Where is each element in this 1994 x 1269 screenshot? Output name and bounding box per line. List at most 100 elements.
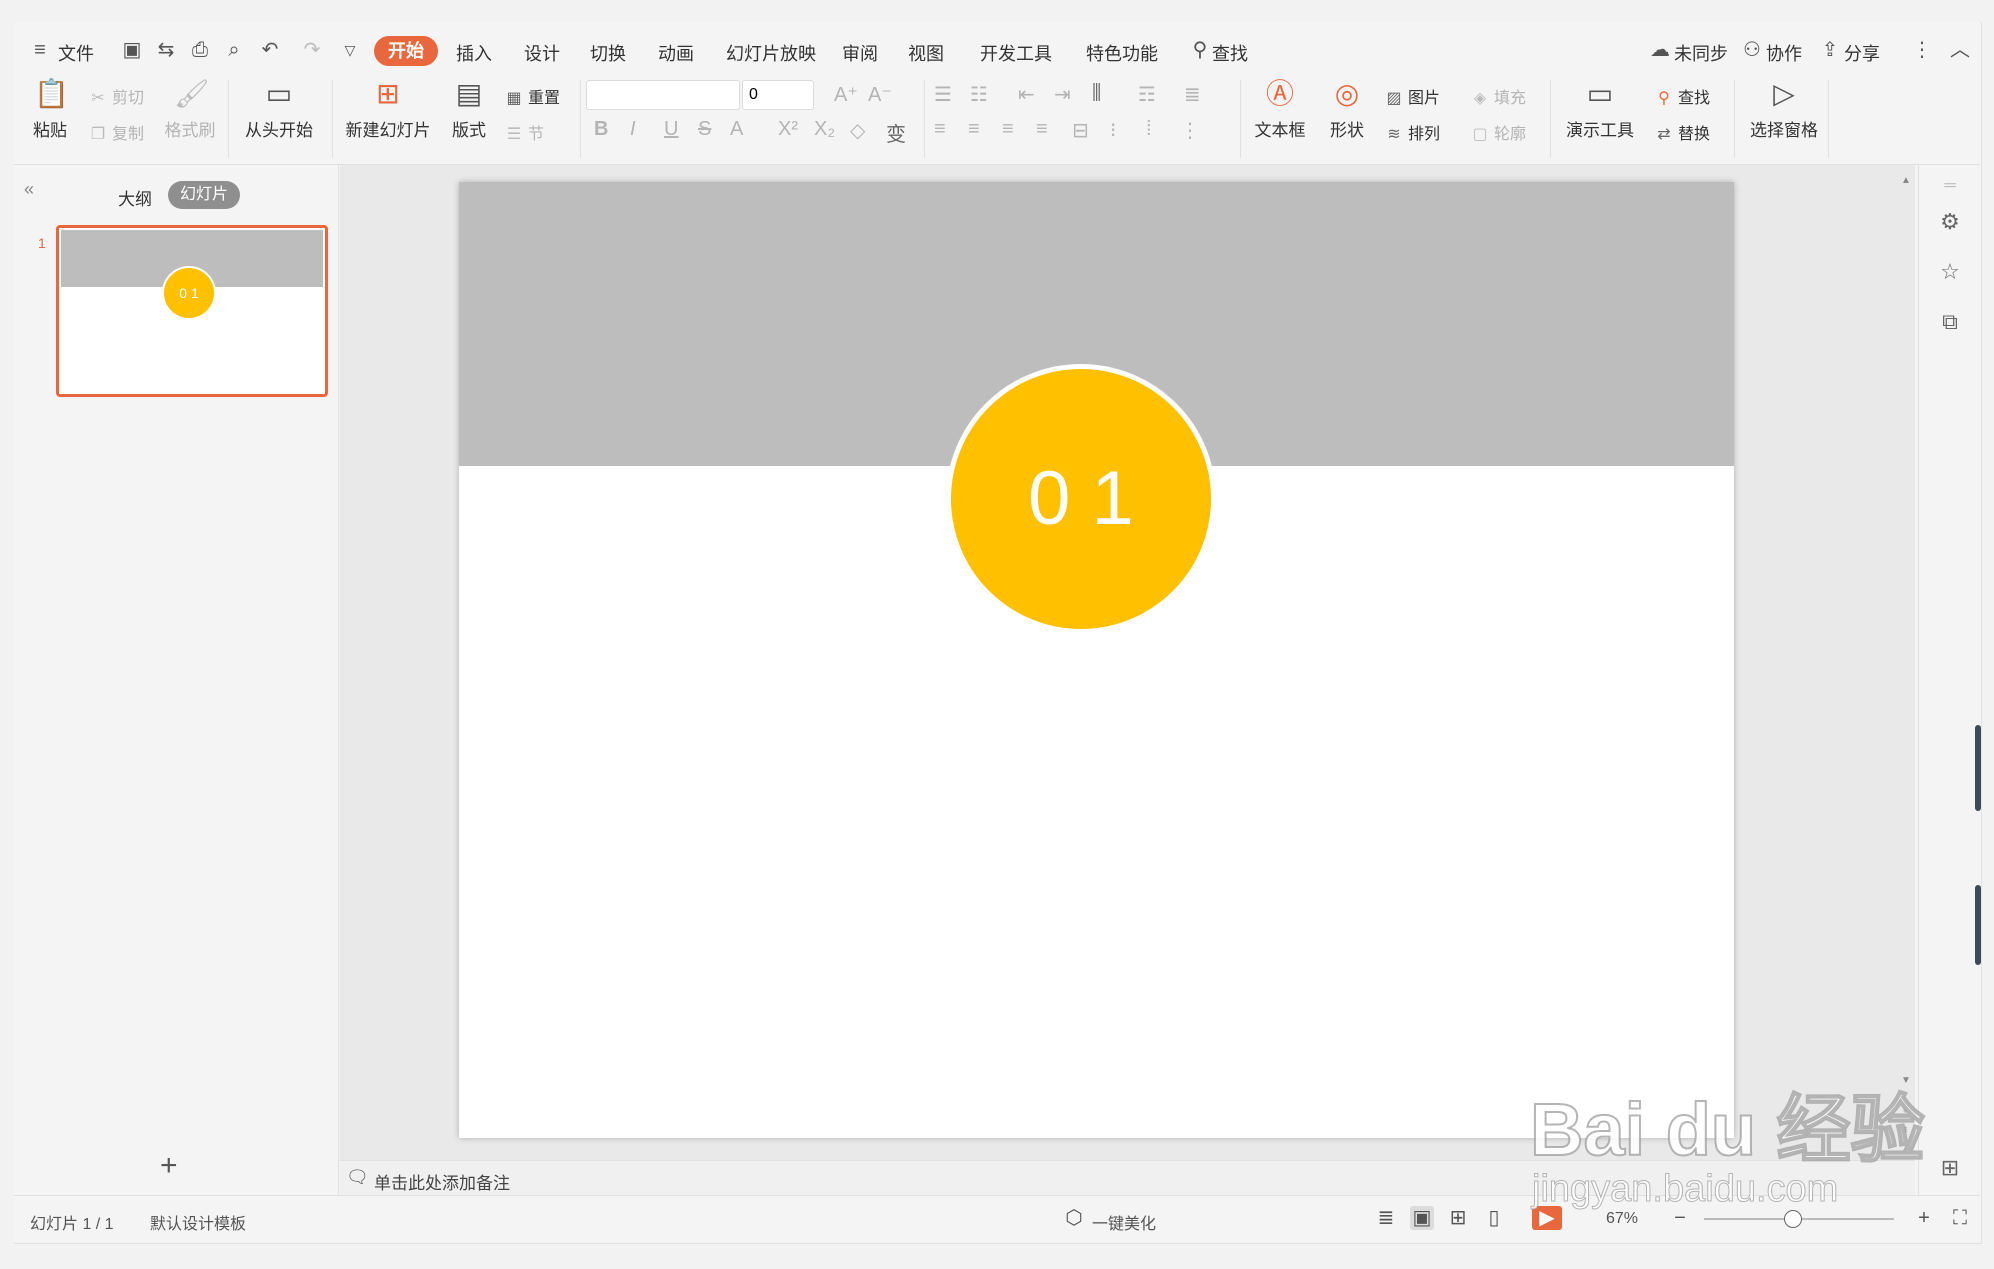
fit-window-icon[interactable]: ⛶ <box>1948 1206 1972 1230</box>
side-handle[interactable] <box>1975 725 1981 811</box>
paste-button[interactable]: 📋 粘贴 <box>28 78 72 141</box>
collapse-ribbon-icon[interactable]: ︿ <box>1948 38 1972 62</box>
tab-design[interactable]: 设计 <box>524 40 560 66</box>
new-slide-button[interactable]: ⊞ 新建幻灯片 <box>338 78 438 141</box>
hamburger-menu-icon[interactable]: ≡ <box>28 38 52 62</box>
shape-button[interactable]: ◎ 形状 <box>1320 78 1374 141</box>
font-color-icon[interactable]: A <box>730 118 743 141</box>
zoom-level[interactable]: 67% <box>1606 1210 1638 1228</box>
beautify-button[interactable]: 一键美化 <box>1092 1210 1156 1234</box>
tab-developer[interactable]: 开发工具 <box>980 40 1052 66</box>
menu-search[interactable]: 查找 <box>1212 40 1248 66</box>
clear-format-icon[interactable]: ◇ <box>850 118 865 143</box>
phonetic-icon[interactable]: 变 <box>886 118 906 147</box>
tab-slideshow[interactable]: 幻灯片放映 <box>726 40 816 66</box>
print-icon[interactable]: ⎙ <box>188 38 212 62</box>
reading-view-icon[interactable]: ▯ <box>1482 1206 1506 1230</box>
collaborate-icon[interactable]: ⚇ <box>1740 38 1764 62</box>
zoom-out-icon[interactable]: − <box>1668 1206 1692 1230</box>
subscript-icon[interactable]: X₂ <box>814 118 835 141</box>
share-button[interactable]: 分享 <box>1844 40 1880 66</box>
scroll-up-icon[interactable]: ▲ <box>1901 175 1911 186</box>
number-circle[interactable]: 0 1 <box>946 364 1216 634</box>
superscript-icon[interactable]: X² <box>778 118 798 141</box>
redo-icon[interactable]: ↷ <box>300 38 324 62</box>
play-slideshow-icon[interactable]: ▶ <box>1532 1206 1562 1230</box>
section-button[interactable]: ☰ 节 <box>504 120 544 144</box>
reset-button[interactable]: ▦ 重置 <box>504 84 560 108</box>
undo-icon[interactable]: ↶ <box>258 38 282 62</box>
notes-placeholder[interactable]: 单击此处添加备注 <box>374 1169 510 1194</box>
side-handle[interactable] <box>1975 885 1981 965</box>
cut-button[interactable]: ✂ 剪切 <box>88 84 144 108</box>
customize-quickbar-icon[interactable]: ▽ <box>338 38 362 62</box>
menu-file[interactable]: 文件 <box>58 40 94 66</box>
increase-font-icon[interactable]: A⁺ <box>834 82 858 107</box>
more-options-icon[interactable]: ⋮ <box>1910 38 1934 62</box>
replace-button[interactable]: ⇄ 替换 <box>1654 120 1710 144</box>
arrange-button[interactable]: ≋ 排列 <box>1384 120 1440 144</box>
increase-indent-icon[interactable]: ⇥ <box>1054 82 1071 107</box>
columns-icon[interactable]: ☶ <box>1138 82 1156 107</box>
justify-icon[interactable]: ≡ <box>1036 118 1048 141</box>
distribute-icon[interactable]: ⊟ <box>1072 118 1089 143</box>
share-icon[interactable]: ⇪ <box>1818 38 1842 62</box>
collaborate-button[interactable]: 协作 <box>1766 40 1802 66</box>
line-spacing-icon[interactable]: ≣ <box>1184 82 1201 107</box>
fill-button[interactable]: ◈ 填充 <box>1470 84 1526 108</box>
layout-button[interactable]: ▤ 版式 <box>444 78 494 141</box>
beautify-icon[interactable]: ⬡ <box>1062 1206 1086 1230</box>
find-button[interactable]: ⚲ 查找 <box>1654 84 1710 108</box>
animation-star-icon[interactable]: ☆ <box>1937 259 1963 285</box>
tab-insert[interactable]: 插入 <box>456 40 492 66</box>
tab-slides[interactable]: 幻灯片 <box>168 181 241 209</box>
search-icon[interactable]: ⚲ <box>1188 38 1212 62</box>
bold-icon[interactable]: B <box>594 118 608 141</box>
strikethrough-icon[interactable]: S <box>698 118 711 141</box>
slide-thumbnail[interactable]: 0 1 <box>56 225 328 397</box>
presentation-tools-button[interactable]: ▭ 演示工具 <box>1558 78 1642 141</box>
collapse-panel-icon[interactable]: « <box>24 179 34 200</box>
sync-status[interactable]: 未同步 <box>1674 40 1728 66</box>
tab-review[interactable]: 审阅 <box>842 40 878 66</box>
print-preview-icon[interactable]: ⌕ <box>222 38 246 62</box>
grid-view-icon[interactable]: ⊞ <box>1937 1155 1963 1181</box>
picture-button[interactable]: ▨ 图片 <box>1384 84 1440 108</box>
paragraph-spacing-icon[interactable]: ⁝ <box>1110 118 1116 143</box>
slide[interactable]: 0 1 <box>459 182 1734 1138</box>
tab-animation[interactable]: 动画 <box>658 40 694 66</box>
cloud-sync-icon[interactable]: ☁ <box>1648 38 1672 62</box>
decrease-indent-icon[interactable]: ⇤ <box>1018 82 1035 107</box>
zoom-slider-thumb[interactable] <box>1784 1210 1802 1228</box>
vertical-scrollbar[interactable]: ▲ ▼ ⇞ ⇟ <box>1897 175 1915 1145</box>
prev-slide-icon[interactable]: ⇞ <box>1901 1105 1909 1116</box>
align-right-icon[interactable]: ≡ <box>1002 118 1014 141</box>
save-icon[interactable]: ▣ <box>120 38 144 62</box>
format-painter-button[interactable]: 🖌 格式刷 <box>162 78 218 141</box>
italic-icon[interactable]: I <box>630 118 636 141</box>
convert-icon[interactable]: ⧉ <box>1937 309 1963 335</box>
zoom-in-icon[interactable]: + <box>1912 1206 1936 1230</box>
scroll-down-icon[interactable]: ▼ <box>1901 1075 1911 1086</box>
decrease-font-icon[interactable]: A⁻ <box>868 82 892 107</box>
numbered-list-icon[interactable]: ☷ <box>970 82 988 107</box>
tab-home[interactable]: 开始 <box>374 36 438 66</box>
align-center-icon[interactable]: ≡ <box>968 118 980 141</box>
outline-button[interactable]: ▢ 轮廓 <box>1470 120 1526 144</box>
tab-transition[interactable]: 切换 <box>590 40 626 66</box>
para-settings-icon[interactable]: ⁞ <box>1146 118 1152 141</box>
underline-icon[interactable]: U <box>664 118 678 141</box>
tab-special[interactable]: 特色功能 <box>1086 40 1158 66</box>
notes-toggle-icon[interactable]: ≣ <box>1374 1206 1398 1230</box>
slide-sorter-icon[interactable]: ⊞ <box>1446 1206 1470 1230</box>
font-name-combo[interactable] <box>586 80 740 110</box>
tab-view[interactable]: 视图 <box>908 40 944 66</box>
add-slide-icon[interactable]: + <box>160 1151 178 1181</box>
next-slide-icon[interactable]: ⇟ <box>1901 1125 1909 1136</box>
tab-outline[interactable]: 大纲 <box>118 185 152 210</box>
bullet-list-icon[interactable]: ☰ <box>934 82 952 107</box>
properties-icon[interactable]: ⚙ <box>1937 209 1963 235</box>
textbox-button[interactable]: Ⓐ 文本框 <box>1248 78 1312 141</box>
copy-button[interactable]: ❐ 复制 <box>88 120 144 144</box>
share-doc-icon[interactable]: ⇆ <box>154 38 178 62</box>
